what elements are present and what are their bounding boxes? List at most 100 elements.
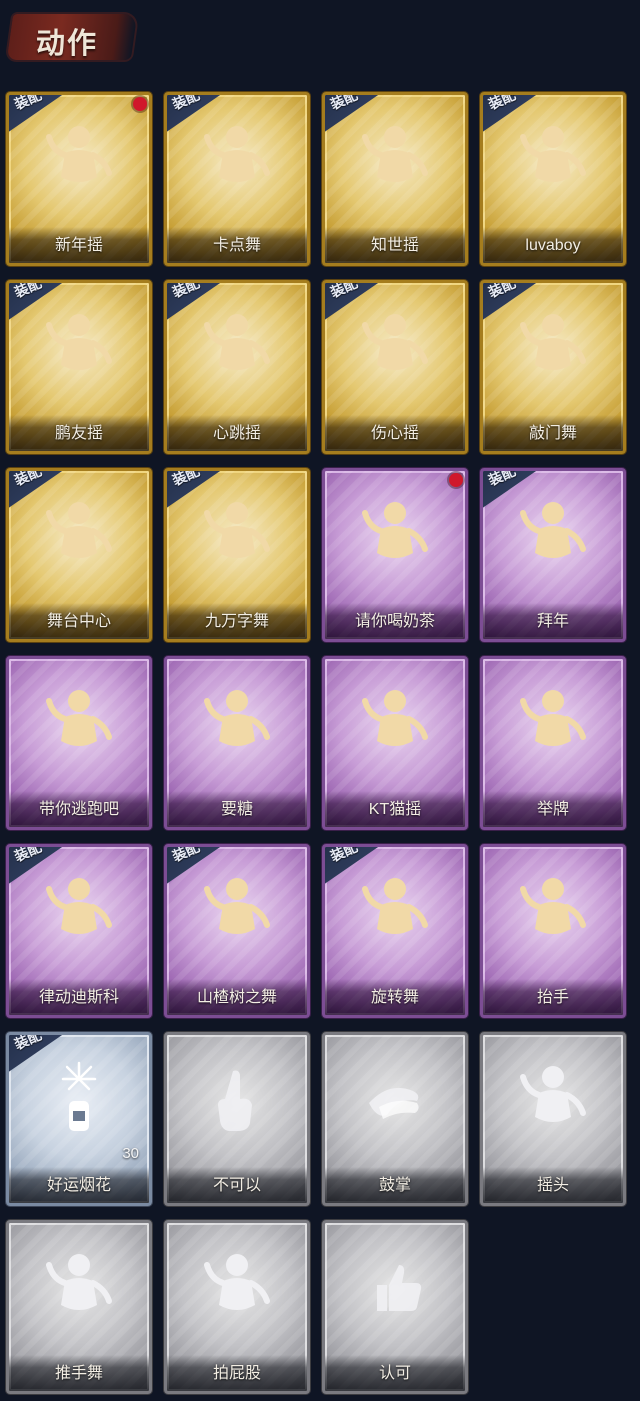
emote-card[interactable]: 不可以 bbox=[164, 1032, 310, 1206]
emote-card[interactable]: 带你逃跑吧 bbox=[6, 656, 152, 830]
waving-figure-icon bbox=[39, 117, 119, 197]
card-label: 旋转舞 bbox=[370, 989, 419, 1006]
card-label: 敲门舞 bbox=[528, 425, 577, 442]
emote-card[interactable]: 推手舞 bbox=[6, 1220, 152, 1394]
emote-card[interactable]: 九万字舞 装配 bbox=[164, 468, 310, 642]
emote-card[interactable]: 心跳摇 装配 bbox=[164, 280, 310, 454]
section-title: 动作 bbox=[36, 28, 99, 60]
arm-cross-dance-icon bbox=[513, 117, 593, 197]
emote-card[interactable]: 山楂树之舞 装配 bbox=[164, 844, 310, 1018]
card-label: 带你逃跑吧 bbox=[38, 801, 119, 818]
equipped-badge-label: 装配 bbox=[11, 844, 44, 865]
equipped-badge-label: 装配 bbox=[485, 280, 518, 301]
equipped-badge-label: 装配 bbox=[11, 1032, 44, 1053]
emote-card[interactable]: 知世摇 装配 bbox=[322, 92, 468, 266]
emote-card[interactable]: 拍屁股 bbox=[164, 1220, 310, 1394]
card-label: 新年摇 bbox=[54, 237, 103, 254]
card-label: 抬手 bbox=[536, 989, 569, 1006]
disco-figure-icon bbox=[39, 869, 119, 949]
emote-card[interactable]: 新年摇 装配 bbox=[6, 92, 152, 266]
equipped-badge-label: 装配 bbox=[169, 844, 202, 865]
card-label: 知世摇 bbox=[370, 237, 419, 254]
equipped-badge-label: 装配 bbox=[327, 280, 360, 301]
emote-card[interactable]: KT猫摇 bbox=[322, 656, 468, 830]
emote-card[interactable]: 好运烟花 装配 30 bbox=[6, 1032, 152, 1206]
card-label: 要糖 bbox=[220, 801, 253, 818]
card-label: 推手舞 bbox=[54, 1365, 103, 1382]
card-label: 律动迪斯科 bbox=[38, 989, 119, 1006]
card-label: KT猫摇 bbox=[368, 801, 422, 818]
knock-figure-icon bbox=[513, 305, 593, 385]
hold-sign-icon bbox=[513, 681, 593, 761]
card-label: 卡点舞 bbox=[212, 237, 261, 254]
card-label: 鹏友摇 bbox=[54, 425, 103, 442]
push-hands-icon bbox=[39, 1245, 119, 1325]
spin-figure-icon bbox=[355, 869, 435, 949]
emote-card[interactable]: 请你喝奶茶 bbox=[322, 468, 468, 642]
new-indicator-dot bbox=[133, 97, 147, 111]
pat-figure-icon bbox=[197, 1245, 277, 1325]
equipped-badge-label: 装配 bbox=[169, 468, 202, 489]
emote-card[interactable]: 认可 bbox=[322, 1220, 468, 1394]
equipped-badge-label: 装配 bbox=[327, 844, 360, 865]
emote-card[interactable]: 舞台中心 装配 bbox=[6, 468, 152, 642]
card-label: 鼓掌 bbox=[378, 1177, 411, 1194]
new-indicator-dot bbox=[449, 473, 463, 487]
emote-card[interactable]: 鼓掌 bbox=[322, 1032, 468, 1206]
heart-hands-icon bbox=[355, 305, 435, 385]
equipped-badge-label: 装配 bbox=[327, 92, 360, 113]
emote-card[interactable]: 抬手 bbox=[480, 844, 626, 1018]
emote-card[interactable]: 敲门舞 装配 bbox=[480, 280, 626, 454]
emote-card[interactable]: 卡点舞 装配 bbox=[164, 92, 310, 266]
emote-card[interactable]: 律动迪斯科 装配 bbox=[6, 844, 152, 1018]
bow-figure-icon bbox=[513, 493, 593, 573]
card-label: 拜年 bbox=[536, 613, 569, 630]
equipped-badge-label: 装配 bbox=[11, 280, 44, 301]
head-shake-icon bbox=[513, 1057, 593, 1137]
clap-icon bbox=[355, 1057, 435, 1137]
card-label: 舞台中心 bbox=[46, 613, 111, 630]
emote-card[interactable]: 旋转舞 装配 bbox=[322, 844, 468, 1018]
section-header: 动作 bbox=[0, 0, 640, 80]
equipped-badge-label: 装配 bbox=[11, 92, 44, 113]
lift-hand-icon bbox=[513, 869, 593, 949]
emote-card[interactable]: luvaboy 装配 bbox=[480, 92, 626, 266]
sparkle-figure-icon bbox=[39, 493, 119, 573]
equipped-badge-label: 装配 bbox=[485, 92, 518, 113]
card-label: 拍屁股 bbox=[212, 1365, 261, 1382]
card-label: 不可以 bbox=[212, 1177, 261, 1194]
card-label: 请你喝奶茶 bbox=[354, 613, 435, 630]
card-label: luvaboy bbox=[525, 237, 581, 254]
emote-card[interactable]: 鹏友摇 装配 bbox=[6, 280, 152, 454]
firework-icon bbox=[39, 1057, 119, 1137]
card-label: 九万字舞 bbox=[204, 613, 269, 630]
emote-card[interactable]: 举牌 bbox=[480, 656, 626, 830]
equipped-badge-label: 装配 bbox=[169, 92, 202, 113]
equipped-badge-label: 装配 bbox=[169, 280, 202, 301]
card-label: 认可 bbox=[378, 1365, 411, 1382]
swirl-figure-icon bbox=[197, 493, 277, 573]
card-label: 山楂树之舞 bbox=[196, 989, 277, 1006]
equipped-badge-label: 装配 bbox=[11, 468, 44, 489]
item-count: 30 bbox=[122, 1145, 139, 1162]
thumbs-up-icon bbox=[355, 1245, 435, 1325]
cat-dance-icon bbox=[355, 681, 435, 761]
music-dance-icon bbox=[355, 117, 435, 197]
sign-figure-icon bbox=[355, 493, 435, 573]
arm-up-figure-icon bbox=[197, 869, 277, 949]
finger-wag-icon bbox=[197, 1057, 277, 1137]
run-figure-icon bbox=[39, 681, 119, 761]
emote-card[interactable]: 伤心摇 装配 bbox=[322, 280, 468, 454]
hand-raise-icon bbox=[197, 305, 277, 385]
emote-card[interactable]: 要糖 bbox=[164, 656, 310, 830]
shrug-figure-icon bbox=[39, 305, 119, 385]
equipped-badge-label: 装配 bbox=[485, 468, 518, 489]
emote-card[interactable]: 摇头 bbox=[480, 1032, 626, 1206]
card-label: 心跳摇 bbox=[212, 425, 261, 442]
reach-figure-icon bbox=[197, 681, 277, 761]
pointing-dance-icon bbox=[197, 117, 277, 197]
card-label: 好运烟花 bbox=[46, 1177, 111, 1194]
emote-card[interactable]: 拜年 装配 bbox=[480, 468, 626, 642]
card-label: 举牌 bbox=[536, 801, 569, 818]
card-label: 伤心摇 bbox=[370, 425, 419, 442]
